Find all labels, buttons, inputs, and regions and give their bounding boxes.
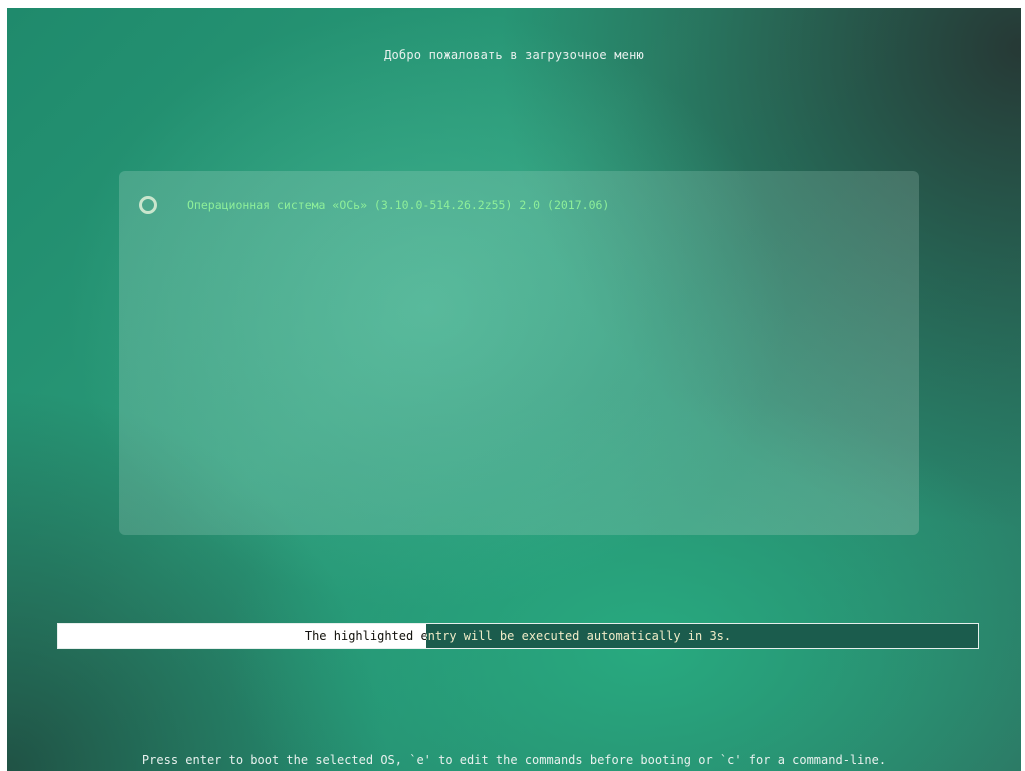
os-circle-icon — [139, 196, 157, 214]
boot-menu-entry[interactable]: Операционная система «ОСь» (3.10.0-514.2… — [139, 192, 609, 218]
timeout-message-inverted: The highlighted entry will be executed a… — [304, 629, 426, 643]
boot-menu-title: Добро пожаловать в загрузочное меню — [384, 48, 644, 62]
boot-help-text: Press enter to boot the selected OS, `e'… — [141, 753, 887, 767]
boot-menu-panel: Операционная система «ОСь» (3.10.0-514.2… — [119, 171, 919, 535]
timeout-progress-bar: The highlighted entry will be executed a… — [57, 623, 979, 649]
timeout-message-highlight: The highlighted entry will be executed a… — [58, 624, 426, 648]
boot-menu-entry-label: Операционная система «ОСь» (3.10.0-514.2… — [187, 198, 610, 212]
boot-screen: Добро пожаловать в загрузочное меню Опер… — [7, 8, 1021, 771]
